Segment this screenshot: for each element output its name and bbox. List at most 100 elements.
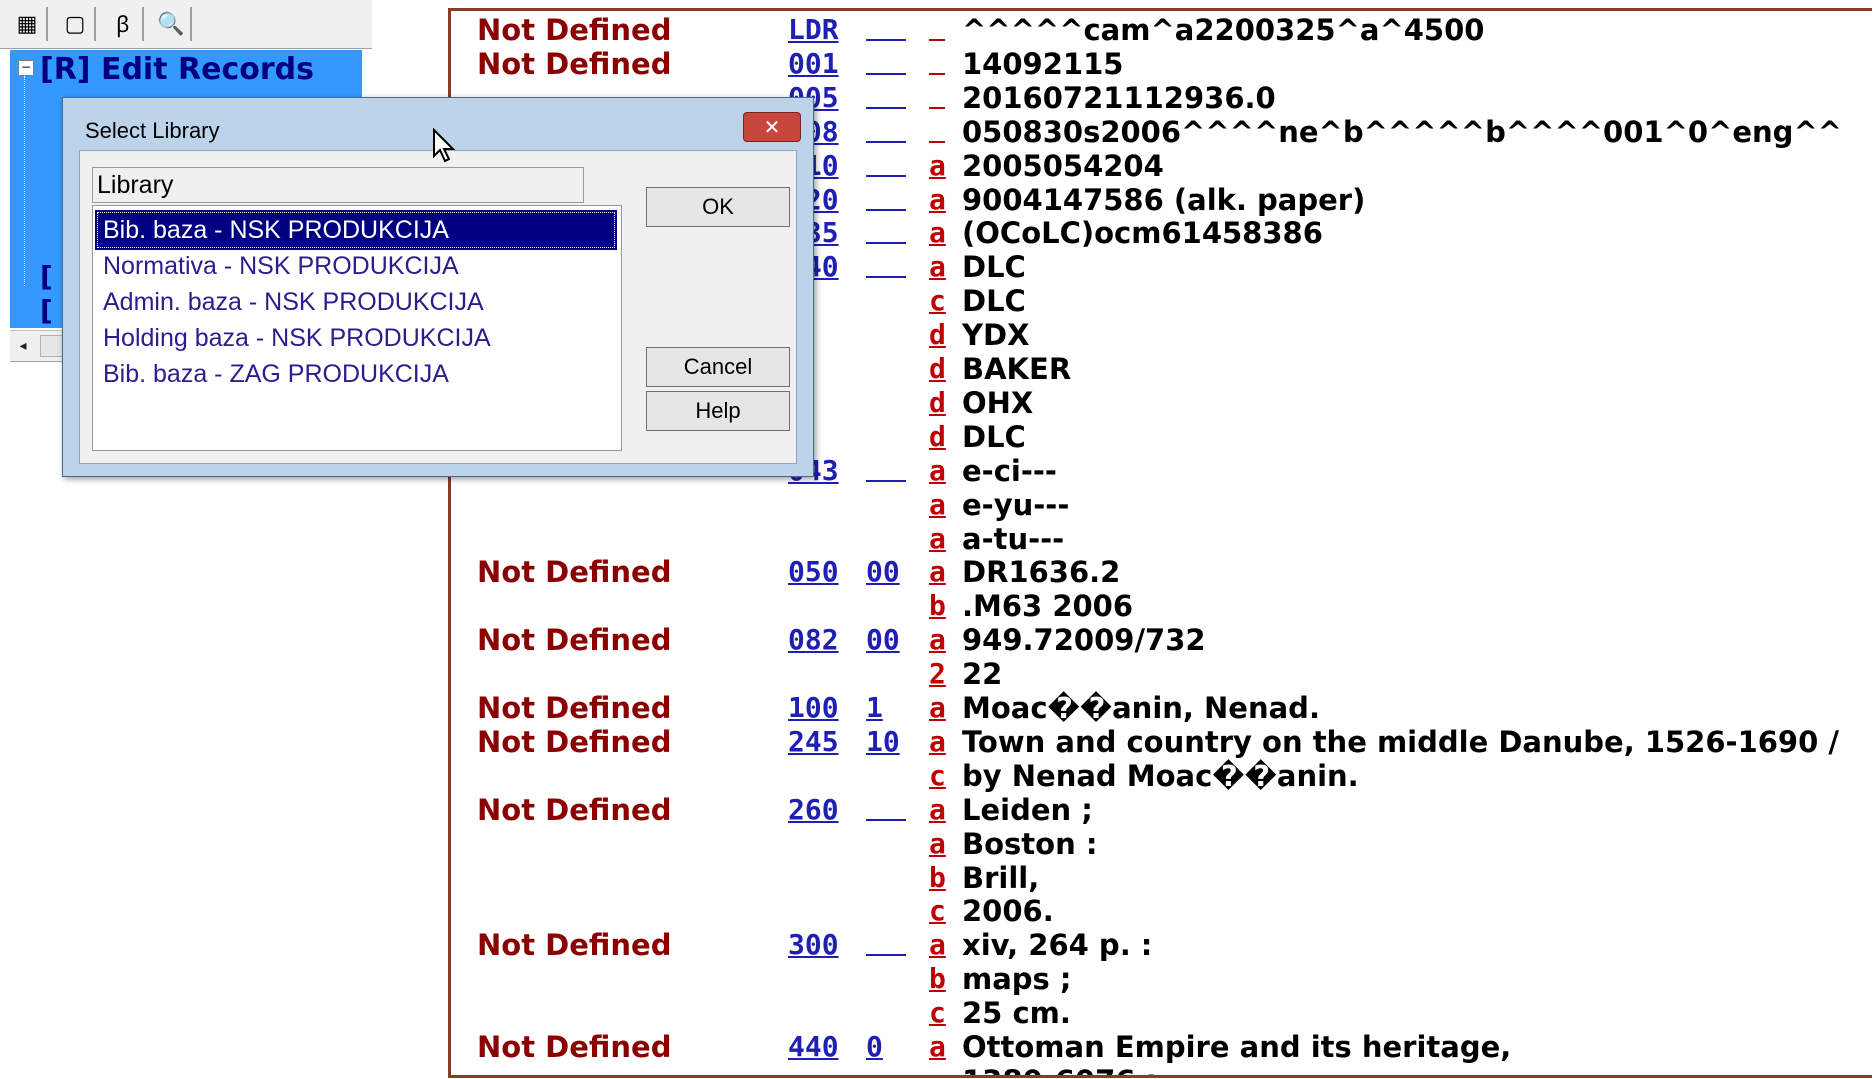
subfield-code[interactable]: d [929, 420, 946, 453]
field-value[interactable]: 20160721112936.0 [962, 81, 1276, 115]
field-value[interactable]: Town and country on the middle Danube, 1… [962, 725, 1839, 759]
library-list-item[interactable]: Normativa - NSK PRODUKCIJA [95, 246, 617, 286]
field-indicators[interactable]: 00 [866, 555, 906, 588]
field-value[interactable]: Brill, [962, 861, 1039, 895]
tree-leaf-2[interactable]: [ [40, 294, 53, 327]
field-value[interactable]: 14092115 [962, 47, 1123, 81]
field-tag-link[interactable]: LDR [788, 13, 839, 46]
field-indicators[interactable] [866, 216, 906, 245]
field-tag-link[interactable]: 100 [788, 691, 839, 724]
field-indicators[interactable] [866, 454, 906, 482]
subfield-code[interactable]: c [929, 894, 946, 927]
record-icon[interactable]: ▦ [8, 7, 48, 41]
field-value[interactable]: 2005054204 [962, 149, 1164, 183]
library-list-item[interactable]: Bib. baza - ZAG PRODUKCIJA [95, 354, 617, 394]
subfield-code[interactable]: a [929, 250, 946, 283]
field-indicators[interactable] [866, 793, 906, 821]
field-tag-link[interactable]: 300 [788, 928, 839, 961]
field-indicators[interactable] [866, 250, 906, 279]
subfield-code[interactable]: a [929, 725, 946, 758]
field-indicators[interactable] [866, 149, 906, 177]
field-value[interactable]: e-ci--- [962, 454, 1057, 488]
subfield-code[interactable]: x [929, 1064, 946, 1075]
field-indicators[interactable] [866, 47, 906, 75]
field-value[interactable]: Boston : [962, 827, 1097, 861]
subfield-code[interactable]: c [929, 996, 946, 1029]
subfield-code[interactable]: a [929, 149, 946, 182]
field-value[interactable]: 22 [962, 657, 1002, 691]
subfield-code[interactable]: c [929, 284, 946, 317]
field-value[interactable]: 1380-6076 ; [962, 1064, 1157, 1075]
subfield-code[interactable]: d [929, 386, 946, 419]
field-indicators[interactable] [866, 81, 906, 109]
library-list-item[interactable]: Holding baza - NSK PRODUKCIJA [95, 318, 617, 358]
subfield-code[interactable]: a [929, 827, 946, 860]
field-value[interactable]: a-tu--- [962, 522, 1064, 556]
subfield-code[interactable]: a [929, 183, 946, 216]
field-value[interactable]: by Nenad Moac��anin. [962, 759, 1359, 793]
field-indicators[interactable]: 00 [866, 623, 906, 656]
library-list-item[interactable]: Admin. baza - NSK PRODUKCIJA [95, 282, 617, 322]
field-value[interactable]: DLC [962, 284, 1026, 318]
field-value[interactable]: DR1636.2 [962, 555, 1120, 589]
field-value[interactable]: 050830s2006^^^^ne^b^^^^^b^^^^001^0^eng^^ [962, 115, 1842, 149]
field-value[interactable]: BAKER [962, 352, 1071, 386]
field-indicators[interactable] [866, 13, 906, 41]
field-value[interactable]: DLC [962, 420, 1026, 454]
field-indicators[interactable]: 10 [866, 725, 906, 758]
subfield-code[interactable]: a [929, 928, 946, 961]
ok-button[interactable]: OK [646, 187, 790, 227]
copy-icon[interactable]: ▢ [56, 7, 96, 41]
subfield-code[interactable]: a [929, 623, 946, 656]
subfield-code[interactable]: b [929, 861, 946, 894]
field-value[interactable]: .M63 2006 [962, 589, 1133, 623]
subfield-code[interactable]: a [929, 793, 946, 826]
subfield-code[interactable]: a [929, 555, 946, 588]
field-value[interactable]: (OCoLC)ocm61458386 [962, 216, 1323, 250]
field-tag-link[interactable]: 260 [788, 793, 839, 826]
library-list[interactable]: Bib. baza - NSK PRODUKCIJA Normativa - NS… [92, 205, 622, 451]
field-tag-link[interactable]: 440 [788, 1030, 839, 1063]
tree-leaf-1[interactable]: [ [40, 260, 53, 293]
field-value[interactable]: maps ; [962, 962, 1072, 996]
field-value[interactable]: Ottoman Empire and its heritage, [962, 1030, 1511, 1064]
subfield-code[interactable]: a [929, 454, 946, 487]
subfield-code[interactable]: a [929, 488, 946, 521]
field-value[interactable]: xiv, 264 p. : [962, 928, 1152, 962]
subfield-code[interactable]: b [929, 962, 946, 995]
field-value[interactable]: ^^^^^cam^a2200325^a^4500 [962, 13, 1484, 47]
search-binoculars-icon[interactable]: 🔍 [152, 7, 192, 41]
subfield-code[interactable] [929, 13, 945, 41]
field-indicators[interactable] [866, 115, 906, 143]
subfield-code[interactable]: b [929, 589, 946, 622]
field-value[interactable]: 25 cm. [962, 996, 1071, 1030]
field-tag-link[interactable]: 082 [788, 623, 839, 656]
subfield-code[interactable]: d [929, 352, 946, 385]
library-column-header[interactable]: Library [92, 167, 584, 203]
field-tag-link[interactable]: 050 [788, 555, 839, 588]
collapse-icon[interactable]: − [18, 60, 34, 76]
scroll-left-icon[interactable]: ◂ [10, 333, 36, 359]
close-icon[interactable]: ✕ [743, 112, 801, 142]
field-indicators[interactable]: 0 [866, 1030, 906, 1063]
subfield-code[interactable] [929, 81, 945, 109]
library-list-item[interactable]: Bib. baza - NSK PRODUKCIJA [95, 210, 617, 250]
tree-root-label[interactable]: [R] Edit Records [40, 52, 314, 87]
field-value[interactable]: 949.72009/732 [962, 623, 1206, 657]
edit-icon[interactable]: ꞵ [104, 7, 144, 41]
field-indicators[interactable] [866, 183, 906, 211]
field-indicators[interactable]: 1 [866, 691, 906, 724]
subfield-code[interactable] [929, 47, 945, 75]
subfield-code[interactable]: c [929, 759, 946, 792]
field-indicators[interactable] [866, 928, 906, 957]
subfield-code[interactable]: a [929, 691, 946, 724]
subfield-code[interactable]: d [929, 318, 946, 351]
subfield-code[interactable] [929, 115, 945, 143]
subfield-code[interactable]: a [929, 522, 946, 555]
subfield-code[interactable]: a [929, 216, 946, 249]
field-value[interactable]: 2006. [962, 894, 1054, 928]
field-value[interactable]: YDX [962, 318, 1029, 352]
field-value[interactable]: Leiden ; [962, 793, 1093, 827]
subfield-code[interactable]: a [929, 1030, 946, 1063]
field-value[interactable]: OHX [962, 386, 1033, 420]
